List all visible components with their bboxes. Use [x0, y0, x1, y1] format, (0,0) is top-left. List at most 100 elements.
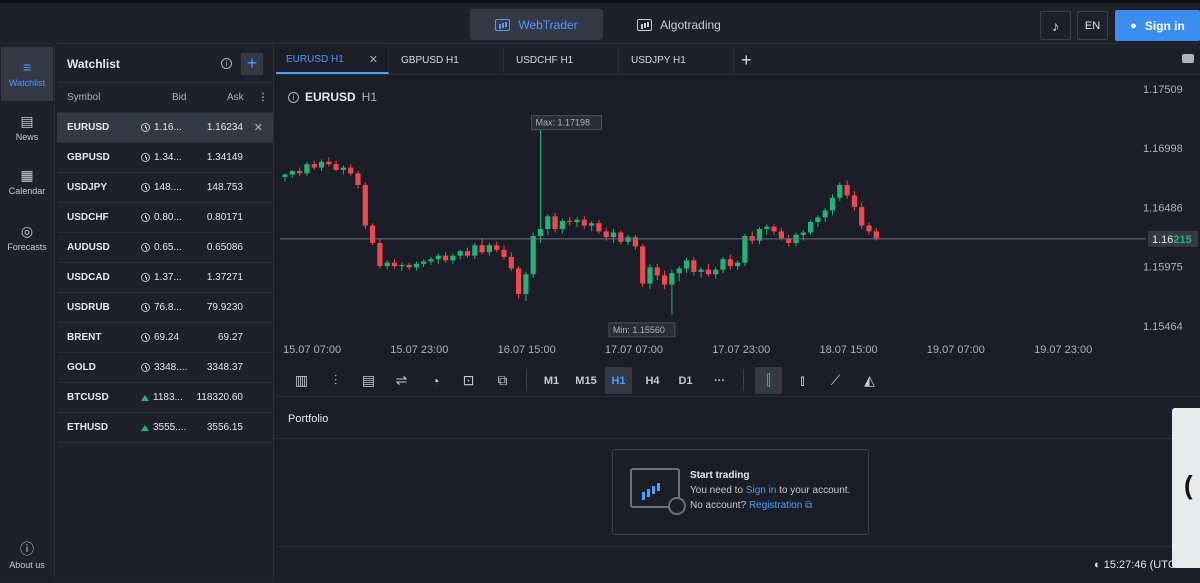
remove-icon[interactable]: ✕: [254, 121, 263, 134]
close-icon[interactable]: ✕: [369, 53, 378, 66]
candle-body: [771, 226, 777, 232]
rail-label: News: [15, 132, 39, 142]
ask-price: 1.16234: [206, 122, 243, 133]
rail-item-news[interactable]: ▤ News: [1, 101, 53, 155]
text-tool-icon[interactable]: ⊡: [455, 367, 482, 394]
watchlist-row[interactable]: USDCAD 1.37... 1.37271: [57, 263, 273, 293]
sound-toggle-button[interactable]: ♪: [1040, 11, 1071, 40]
indicators-icon[interactable]: ▥: [288, 367, 315, 394]
rail-item-forecasts[interactable]: ◎ Forecasts: [1, 211, 53, 265]
rail-item-calendar[interactable]: ▦ Calendar: [1, 155, 53, 209]
tab-eurusd-h1[interactable]: EURUSD H1 ✕: [276, 47, 389, 74]
timeframe-d1[interactable]: D1: [672, 367, 699, 394]
bid-value: 0.65...: [154, 242, 182, 253]
trend-line-icon[interactable]: ⇌: [388, 367, 415, 394]
music-note-icon: ♪: [1052, 17, 1059, 34]
column-ask[interactable]: Ask: [227, 92, 244, 103]
bid-value: 69.24: [154, 332, 180, 343]
bid-value: 0.80...: [154, 212, 182, 223]
bid-price: 1.16...: [141, 122, 182, 133]
candle-body: [808, 222, 814, 233]
registration-link[interactable]: Registration: [749, 500, 802, 511]
timeframe-m1[interactable]: M1: [538, 367, 565, 394]
timeframe-h1[interactable]: H1: [605, 367, 632, 394]
sign-in-link[interactable]: Sign in: [746, 485, 777, 496]
watchlist-row[interactable]: ETHUSD 3555.... 3556.15: [57, 413, 273, 443]
shapes-icon[interactable]: ◔: [422, 367, 449, 394]
bid-value: 148....: [154, 182, 182, 193]
bars-icon[interactable]: ⫾: [789, 367, 816, 394]
watchlist-row[interactable]: GOLD 3348.... 3348.37: [57, 353, 273, 383]
rail-item-watchlist[interactable]: ≡ Watchlist: [1, 47, 53, 101]
tab-gbpusd-h1[interactable]: GBPUSD H1: [391, 47, 504, 74]
min-label: Min: 1.15560: [613, 325, 665, 335]
bid-price: 69.24: [141, 332, 179, 343]
camera-icon[interactable]: [1182, 54, 1194, 63]
more-vertical-icon[interactable]: ⋮: [258, 92, 268, 103]
line-chart-icon[interactable]: ⟋: [822, 367, 849, 394]
column-symbol[interactable]: Symbol: [67, 92, 100, 103]
clock-icon: [141, 123, 150, 132]
server-time: 15:27:46 (UTC: [1103, 559, 1176, 571]
watchlist-row[interactable]: BTCUSD 1183... 118320.60: [57, 383, 273, 413]
ask-price: 0.80171: [206, 212, 243, 223]
column-bid[interactable]: Bid: [172, 92, 186, 103]
candle-body: [282, 174, 288, 177]
candle-body: [735, 262, 741, 267]
bid-value: 1.37...: [154, 272, 182, 283]
tab-usdchf-h1[interactable]: USDCHF H1: [506, 47, 619, 74]
side-handle[interactable]: (: [1172, 408, 1200, 568]
candle-body: [348, 167, 354, 174]
globe-icon: ◐: [1094, 559, 1101, 571]
calendar-icon: ▦: [20, 167, 34, 183]
watchlist-row[interactable]: EURUSD 1.16... 1.16234 ✕: [57, 113, 273, 143]
candle-body: [851, 195, 857, 207]
timeframe-h4[interactable]: H4: [639, 367, 666, 394]
notes-icon[interactable]: ▤: [355, 367, 382, 394]
watchlist-row[interactable]: BRENT 69.24 69.27: [57, 323, 273, 353]
candle-body: [443, 255, 449, 261]
watchlist-header: Watchlist i +: [57, 45, 273, 83]
timeframe-m15[interactable]: M15: [570, 367, 602, 394]
watchlist-row[interactable]: USDRUB 76.8... 79.9230: [57, 293, 273, 323]
rail-item-about-us[interactable]: ⓘ About us: [1, 529, 53, 583]
bid-price: 0.80...: [141, 212, 182, 223]
x-tick-label: 16.07 15:00: [498, 344, 556, 356]
candle-body: [413, 263, 419, 268]
top-bar: WebTrader Algotrading ♪ EN ● Sign in: [0, 6, 1200, 44]
chart-symbol: EURUSD: [305, 90, 356, 104]
sign-in-label: Sign in: [1144, 18, 1185, 33]
candle-body: [589, 223, 595, 226]
watchlist-row[interactable]: USDJPY 148.... 148.753: [57, 173, 273, 203]
candle-body: [318, 161, 325, 168]
candles-icon[interactable]: ⫿: [755, 367, 782, 394]
add-tab-button[interactable]: +: [741, 50, 752, 71]
symbol-name: BRENT: [67, 332, 102, 343]
watchlist-row[interactable]: GBPUSD 1.34... 1.34149: [57, 143, 273, 173]
portfolio-title: Portfolio: [288, 413, 329, 425]
bid-value: 1183...: [153, 392, 183, 403]
chart-timeframe: H1: [361, 90, 378, 104]
sign-in-button[interactable]: ● Sign in: [1115, 10, 1200, 41]
algotrading-tab[interactable]: Algotrading: [614, 9, 744, 40]
watchlist-row[interactable]: USDCHF 0.80... 0.80171: [57, 203, 273, 233]
candle-body: [618, 232, 624, 242]
webtrader-tab[interactable]: WebTrader: [470, 9, 603, 40]
tab-usdjpy-h1[interactable]: USDJPY H1: [621, 47, 734, 74]
measure-icon[interactable]: ⧉: [489, 367, 516, 394]
more-timeframes[interactable]: ···: [706, 367, 733, 394]
info-icon[interactable]: i: [221, 58, 232, 69]
language-button[interactable]: EN: [1077, 11, 1108, 40]
clock-icon: [141, 333, 150, 342]
area-chart-icon[interactable]: ◭: [856, 367, 883, 394]
bid-price: 1.34...: [141, 152, 182, 163]
watchlist-row[interactable]: AUDUSD 0.65... 0.65086: [57, 233, 273, 263]
candle-body: [516, 268, 522, 294]
candle-body: [778, 231, 784, 239]
price-chart[interactable]: 1.17509 1.16998 1.16486 1.15975 1.15464 15.07…: [276, 76, 1200, 362]
symbol-name: EURUSD: [67, 122, 110, 133]
add-symbol-button[interactable]: +: [241, 53, 263, 75]
info-icon[interactable]: i: [288, 91, 299, 103]
x-tick-label: 19.07 07:00: [927, 344, 985, 356]
chart-settings-icon[interactable]: ⫶: [322, 367, 349, 394]
